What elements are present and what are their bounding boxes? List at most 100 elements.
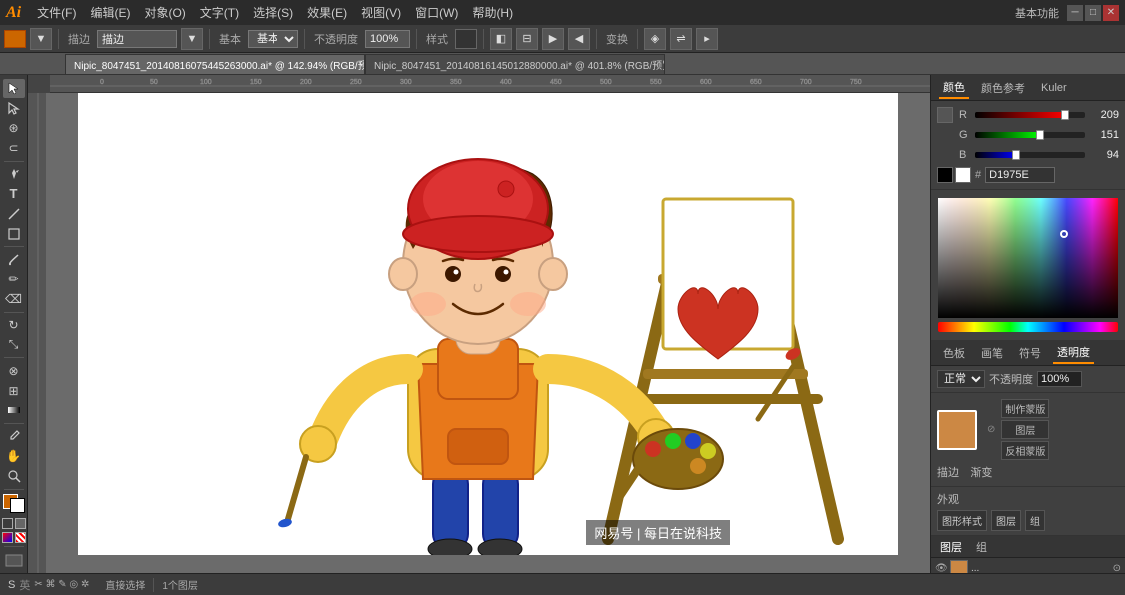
tool-sep-6 [4,489,24,490]
menu-edit[interactable]: 编辑(E) [84,2,136,23]
stroke-style-label: 基本 [216,31,244,47]
flip-btn[interactable]: ⇌ [670,28,692,50]
color-tab[interactable]: 颜色 [939,77,969,99]
stroke-style-btn[interactable]: ▼ [30,28,52,50]
type-btn[interactable]: T [3,184,25,203]
opacity-input[interactable] [365,30,410,48]
menu-window[interactable]: 窗口(W) [409,2,464,23]
layer-lock-1[interactable]: ⊙ [1113,563,1121,573]
more-btn[interactable]: ▸ [696,28,718,50]
selection-tool-btn[interactable] [3,79,25,98]
swatch-tab[interactable]: 色板 [939,343,969,363]
symbol-tab[interactable]: 符号 [1015,343,1045,363]
kuler-tab[interactable]: Kuler [1037,80,1071,96]
rotate-btn[interactable]: ↻ [3,316,25,335]
layer-row-1[interactable]: 👁 ... ⊙ [931,558,1125,573]
color-gradient-picker[interactable] [938,198,1118,318]
pen-btn[interactable] [3,164,25,183]
transparency-tab[interactable]: 透明度 [1053,342,1094,364]
status-misc: ✂ ⌘ ✎ ◎ ✲ [34,579,89,590]
left-toolbar: ⊛ ⊂ T ✏ ⌫ ↻ ⤡ ⊗ ⊞ ✋ [0,75,28,573]
menu-object[interactable]: 对象(O) [138,2,191,23]
doc-tab-2[interactable]: Nipic_8047451_20140816145012880000.ai* @… [365,54,665,74]
r-slider[interactable] [975,112,1085,118]
svg-text:650: 650 [750,79,762,86]
menu-select[interactable]: 选择(S) [247,2,299,23]
mesh-btn[interactable]: ⊞ [3,381,25,400]
eyedropper-btn[interactable] [3,427,25,446]
menu-view[interactable]: 视图(V) [355,2,407,23]
direct-selection-btn[interactable] [3,99,25,118]
stroke-style-select[interactable]: 基本 [248,30,298,48]
svg-text:200: 200 [300,79,312,86]
menu-text[interactable]: 文字(T) [194,2,245,23]
hex-input[interactable] [985,167,1055,183]
opacity-value-input[interactable]: 100% [1037,371,1082,387]
color-mode-btn[interactable] [2,518,13,529]
tool-sep-3 [4,312,24,313]
maximize-button[interactable]: □ [1085,5,1101,21]
status-bar: S 英 ✂ ⌘ ✎ ◎ ✲ 直接选择 1个图层 [0,573,1125,595]
zoom-btn[interactable] [3,467,25,486]
paintbrush-btn[interactable] [3,250,25,269]
lasso-btn[interactable]: ⊂ [3,139,25,158]
layers-tab[interactable]: 图层 [937,538,965,556]
black-swatch[interactable] [937,167,953,183]
graphic-style-btn[interactable]: 图形样式 [937,510,987,531]
hue-bar[interactable] [938,322,1118,332]
fill-preview[interactable] [937,410,977,450]
color-preview-box[interactable] [937,107,953,123]
eraser-btn[interactable]: ⌫ [3,290,25,309]
line-btn[interactable] [3,204,25,223]
scale-btn[interactable]: ⤡ [3,335,25,354]
style-label: 样式 [423,31,451,47]
background-color[interactable] [10,498,25,513]
stroke-color-btn[interactable] [4,30,26,48]
edit-btn[interactable]: 图层 [1001,420,1049,439]
white-swatch[interactable] [955,167,971,183]
align-left-btn[interactable]: ◧ [490,28,512,50]
hand-btn[interactable]: ✋ [3,447,25,466]
g-slider-row: G 151 [937,127,1119,143]
blend-btn[interactable]: ⊗ [3,361,25,380]
no-color-btn[interactable] [15,518,26,529]
menu-effect[interactable]: 效果(E) [301,2,353,23]
layer-visibility-1[interactable]: 👁 [935,563,947,573]
toolbar-separator-2 [209,29,210,49]
gradient-btn[interactable] [3,401,25,420]
canvas-viewport[interactable] [46,93,930,555]
align-right-btn[interactable]: ▶ [542,28,564,50]
pencil-btn[interactable]: ✏ [3,270,25,289]
make-mask-btn[interactable]: 制作蒙版 [1001,399,1049,418]
main-area: ⊛ ⊂ T ✏ ⌫ ↻ ⤡ ⊗ ⊞ ✋ [0,75,1125,573]
magic-wand-btn[interactable]: ⊛ [3,119,25,138]
menu-help[interactable]: 帮助(H) [466,2,519,23]
brush-tab[interactable]: 画笔 [977,343,1007,363]
gradient-fill-btn[interactable] [2,532,13,543]
color-boxes[interactable] [3,494,25,513]
artboard-btn[interactable] [3,550,25,569]
arrange-btn[interactable]: ◈ [644,28,666,50]
stroke-more-btn[interactable]: ▼ [181,28,203,50]
menu-file[interactable]: 文件(F) [31,2,82,23]
rect-btn[interactable] [3,224,25,243]
b-slider[interactable] [975,152,1085,158]
blend-mode-select[interactable]: 正常 [937,370,985,388]
align-more-btn[interactable]: ◀ [568,28,590,50]
horizontal-ruler: 0 50 100 150 200 250 300 350 400 450 500… [50,75,930,93]
doc-tab-1[interactable]: Nipic_8047451_20140816075445263000.ai* @… [65,54,365,74]
invert-mask-btn[interactable]: 反相蒙版 [1001,441,1049,460]
style-btn[interactable] [455,29,477,49]
color-reference-tab[interactable]: 颜色参考 [977,78,1029,98]
canvas-area[interactable]: 0 50 100 150 200 250 300 350 400 450 500… [28,75,930,573]
align-center-btn[interactable]: ⊟ [516,28,538,50]
g-slider[interactable] [975,132,1085,138]
close-button[interactable]: ✕ [1103,5,1119,21]
layers-section: 图层 组 👁 ... ⊙ 👁 ... ⊙ 👁 [931,536,1125,573]
stroke-input[interactable] [97,30,177,48]
pattern-fill-btn[interactable] [15,532,26,543]
g-label: G [959,129,971,141]
basic-function-label: 基本功能 [1015,5,1059,21]
group-tab[interactable]: 组 [973,538,990,556]
minimize-button[interactable]: ─ [1067,5,1083,21]
